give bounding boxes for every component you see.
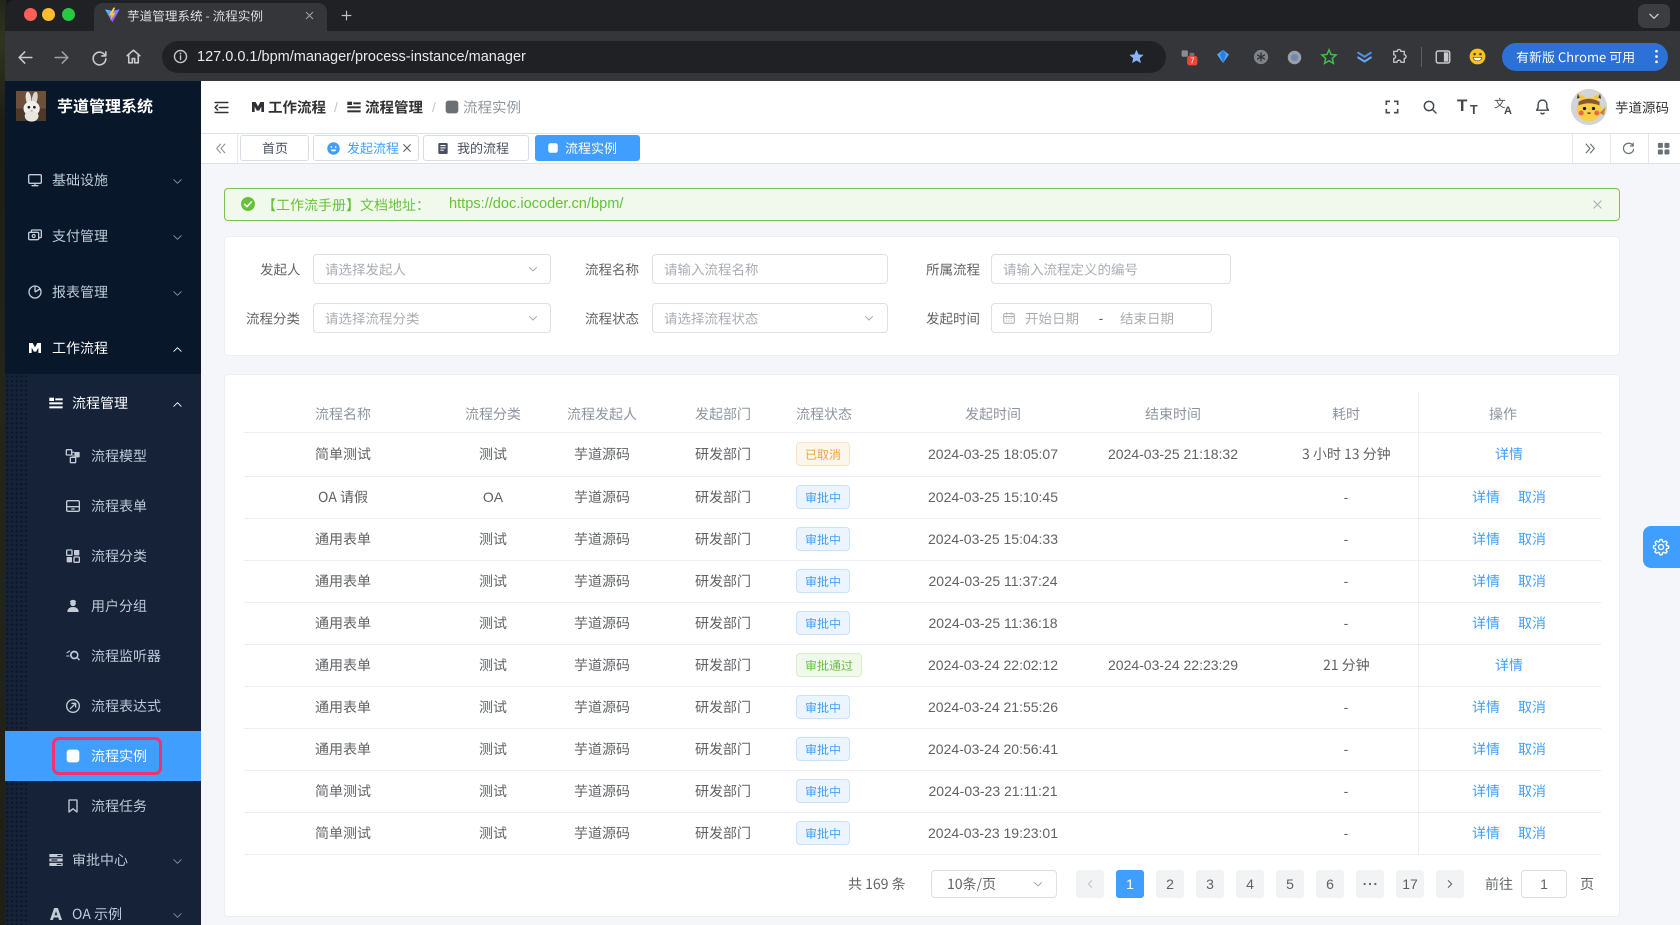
svg-text:7: 7: [1190, 57, 1194, 66]
